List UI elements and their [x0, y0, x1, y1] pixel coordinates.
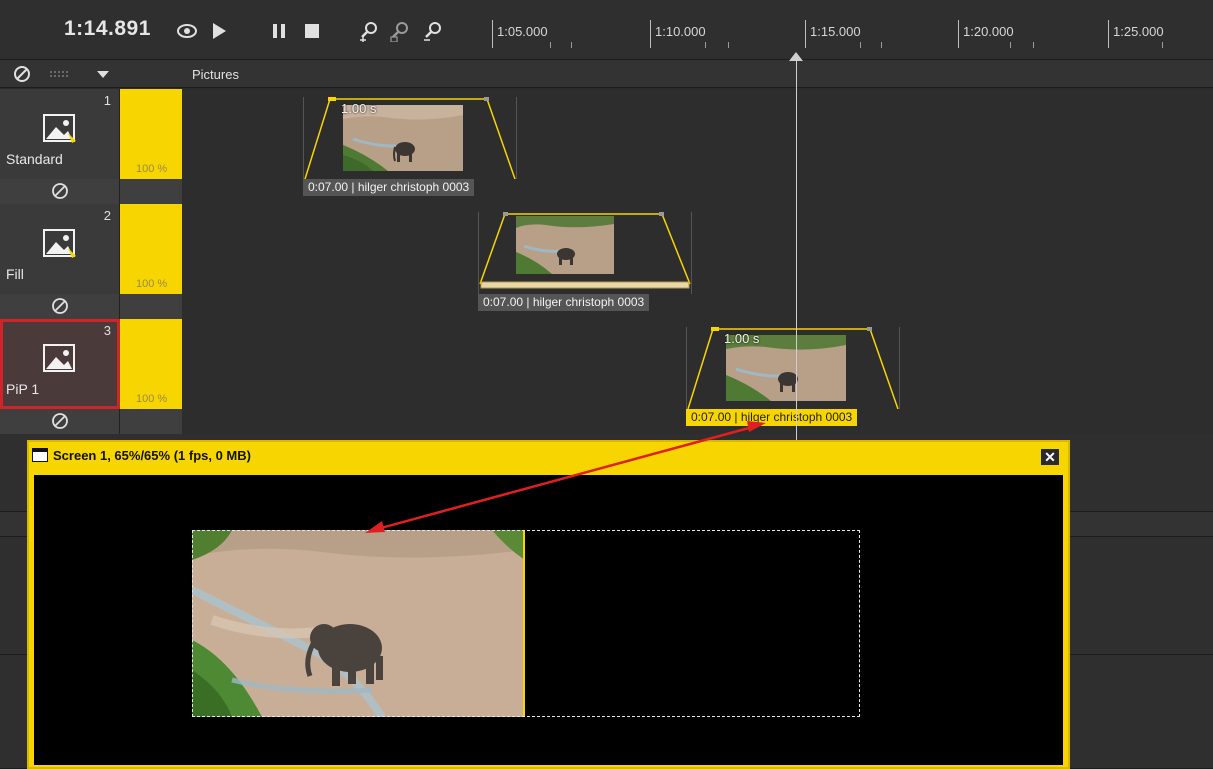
track-footer: [0, 409, 120, 434]
zoom-fit-icon[interactable]: [389, 20, 411, 42]
ruler-tick: [492, 20, 493, 48]
grid-icon[interactable]: [48, 65, 70, 83]
ruler-tick: [650, 20, 651, 48]
ruler-label: 1:10.000: [655, 24, 706, 39]
ruler-minor-tick: [550, 42, 551, 48]
ruler-minor-tick: [1162, 42, 1163, 48]
track-2: 2 Fill 100 % 0:07.00 | hilger christoph …: [0, 204, 1213, 319]
close-button[interactable]: ✕: [1041, 449, 1059, 465]
ruler-minor-tick: [705, 42, 706, 48]
pause-icon[interactable]: [268, 20, 290, 42]
clip-caption: 0:07.00 | hilger christoph 0003: [686, 409, 858, 426]
clip-duration: 1.00 s: [724, 331, 760, 346]
volume-footer: [120, 294, 182, 319]
track-1: 1 Standard 100 % 1.00 s 0:07.00 | hilger…: [0, 89, 1213, 204]
timecode-display: 1:14.891: [64, 17, 151, 40]
track-lane[interactable]: 0:07.00 | hilger christoph 0003: [182, 204, 1213, 319]
disable-icon[interactable]: [12, 65, 32, 83]
track-number: 1: [103, 93, 111, 108]
ruler-tick: [805, 20, 806, 48]
volume-label: 100 %: [136, 163, 168, 175]
zoom-out-icon[interactable]: [422, 20, 444, 42]
clip-caption: 0:07.00 | hilger christoph 0003: [478, 294, 650, 311]
volume-label: 100 %: [136, 393, 168, 405]
pictures-label: Pictures: [192, 67, 239, 82]
timeline-toolbar: 1:14.891 1:05.000 1:10.000 1:15.000 1:20…: [0, 0, 1213, 60]
picture-icon: [43, 229, 76, 258]
play-icon[interactable]: [208, 20, 230, 42]
picture-clip[interactable]: 0:07.00 | hilger christoph 0003: [478, 212, 692, 312]
track-lane[interactable]: 1.00 s 0:07.00 | hilger christoph 0003: [182, 319, 1213, 434]
screen-canvas[interactable]: [34, 475, 1063, 765]
track-3: 3 PiP 1 100 % 1.00 s 0:07.00 | hilger ch…: [0, 319, 1213, 434]
picture-icon: [43, 114, 76, 143]
picture-icon: [43, 344, 75, 372]
ruler-tick: [1108, 20, 1109, 48]
window-icon: [32, 448, 48, 462]
stop-icon[interactable]: [301, 20, 323, 42]
track-name: Fill: [6, 266, 24, 282]
dropdown-arrow-icon[interactable]: [94, 65, 112, 83]
playhead-line[interactable]: [796, 55, 797, 440]
ruler-label: 1:20.000: [963, 24, 1014, 39]
ruler-label: 1:25.000: [1113, 24, 1164, 39]
eye-icon[interactable]: [176, 20, 198, 42]
track-header[interactable]: 2 Fill: [0, 204, 120, 294]
picture-clip[interactable]: 1.00 s 0:07.00 | hilger christoph 0003: [303, 97, 517, 197]
pip-bounding-frame[interactable]: [192, 530, 860, 717]
ruler-tick: [958, 20, 959, 48]
track-name: Standard: [6, 151, 63, 167]
track-number: 2: [103, 208, 111, 223]
zoom-in-icon[interactable]: [358, 20, 380, 42]
screen-preview-window: Screen 1, 65%/65% (1 fps, 0 MB) ✕: [27, 440, 1070, 769]
track-header-selected[interactable]: 3 PiP 1: [0, 319, 120, 409]
track-number: 3: [103, 323, 111, 338]
disable-track-icon[interactable]: [51, 297, 69, 315]
track-footer: [0, 179, 120, 204]
clip-caption: 0:07.00 | hilger christoph 0003: [303, 179, 475, 196]
ruler-minor-tick: [860, 42, 861, 48]
ruler-minor-tick: [881, 42, 882, 48]
track-footer: [0, 294, 120, 319]
time-ruler[interactable]: 1:05.000 1:10.000 1:15.000 1:20.000 1:25…: [480, 20, 1213, 60]
volume-label: 100 %: [136, 278, 168, 290]
ruler-minor-tick: [1010, 42, 1011, 48]
clip-duration: 1.00 s: [341, 101, 377, 116]
ruler-minor-tick: [571, 42, 572, 48]
track-header[interactable]: 1 Standard: [0, 89, 120, 179]
ruler-minor-tick: [728, 42, 729, 48]
ruler-label: 1:05.000: [497, 24, 548, 39]
screen-window-title: Screen 1, 65%/65% (1 fps, 0 MB): [53, 448, 251, 463]
ruler-label: 1:15.000: [810, 24, 861, 39]
clip-thumbnail: [516, 216, 614, 274]
pictures-section-header: Pictures: [0, 60, 1213, 88]
track-name: PiP 1: [6, 381, 40, 397]
disable-track-icon[interactable]: [51, 412, 69, 430]
volume-footer: [120, 409, 182, 434]
volume-footer: [120, 179, 182, 204]
picture-clip-selected[interactable]: 1.00 s 0:07.00 | hilger christoph 0003: [686, 327, 900, 427]
track-lane[interactable]: 1.00 s 0:07.00 | hilger christoph 0003: [182, 89, 1213, 204]
ruler-minor-tick: [1033, 42, 1034, 48]
disable-track-icon[interactable]: [51, 182, 69, 200]
